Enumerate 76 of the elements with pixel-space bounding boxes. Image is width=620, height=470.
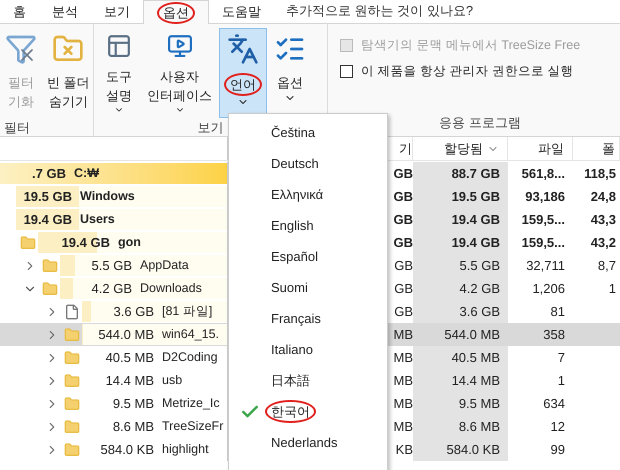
folder-name: [81 파일]	[162, 303, 212, 320]
size-text: 9.5 MB	[112, 394, 154, 413]
group-label: 보기	[198, 119, 224, 137]
table-cell-text: 1	[556, 372, 566, 390]
table-cell: 19.5 GB	[413, 185, 508, 208]
table-cell-text: MB	[392, 348, 413, 367]
table-cell-text: 634	[542, 394, 566, 413]
table-cell-text: MB	[392, 418, 413, 436]
table-cell-text: 1,206	[531, 280, 566, 298]
table-cell-text: 7	[556, 348, 566, 367]
table-cell: 19.4 GB	[413, 208, 508, 231]
checkbox-label: 탐색기의 문맥 메뉴에서 TreeSize Free	[361, 36, 580, 54]
table-cell: 3.6 GB	[413, 300, 508, 323]
table-cell: 40.5 MB	[413, 346, 508, 369]
group-label: 필터	[4, 119, 31, 136]
table-cell-text: 93,186	[524, 188, 566, 206]
size-text: 544.0 MB	[98, 326, 154, 344]
folder-name: C:₩	[74, 165, 99, 182]
table-cell-text: GB	[393, 256, 413, 275]
folder-name: Downloads	[140, 280, 202, 298]
table-cell-text: KB	[394, 440, 413, 459]
table-cell-text: GB	[393, 302, 413, 321]
table-cell: 8.6 MB	[413, 415, 508, 438]
folder-name: win64_15.	[162, 326, 219, 344]
folder-name: Users	[80, 211, 115, 228]
table-cell: 88.7 GB	[413, 162, 508, 185]
folder-name: usb	[162, 372, 182, 390]
size-text: 40.5 MB	[106, 348, 154, 367]
table-cell-text: 24,8	[590, 188, 617, 206]
folder-name: gon	[118, 234, 141, 252]
table-cell: 9.5 MB	[413, 392, 508, 415]
size-text: .7 GB	[32, 164, 66, 183]
table-cell-text: 8,7	[596, 256, 617, 275]
table-cell-text: 118,5	[583, 164, 617, 183]
folder-name: Metrize_Ic	[162, 395, 220, 412]
table-cell-text: 81	[550, 302, 566, 321]
folder-name: D2Coding	[162, 349, 218, 366]
size-text: 584.0 KB	[100, 440, 154, 459]
size-text: 4.2 GB	[92, 280, 132, 298]
size-text: 19.5 GB	[24, 188, 72, 206]
table-cell-text: GB	[392, 164, 413, 183]
table-cell-text: GB	[392, 210, 413, 229]
size-text: 8.6 MB	[112, 418, 154, 436]
folder-name: AppData	[140, 257, 189, 274]
table-cell: 19.4 GB	[413, 231, 508, 254]
group-label: 응용 프로그램	[439, 114, 521, 132]
table-cell-text: 12	[550, 418, 566, 436]
table-cell-text: 99	[550, 440, 566, 459]
folder-name: TreeSizeFr	[162, 418, 224, 436]
checkbox-label: 이 제품을 항상 관리자 권한으로 실행	[361, 62, 574, 80]
table-cell-text: 32,711	[525, 256, 566, 275]
table-cell-text: 159,5...	[520, 210, 566, 229]
size-text: 19.4 GB	[24, 210, 72, 229]
table-cell-text: GB	[392, 188, 413, 206]
size-text: 19.4 GB	[62, 234, 110, 252]
size-text: 14.4 MB	[106, 372, 154, 390]
size-text: 5.5 GB	[92, 256, 132, 275]
table-cell-text: MB	[392, 394, 413, 413]
folder-name: highlight	[162, 441, 209, 458]
table-cell: 5.5 GB	[413, 254, 508, 277]
table-cell-text: 1	[608, 280, 617, 298]
table-cell-text: 159,5...	[520, 234, 566, 252]
table-cell-text: 43,2	[590, 234, 617, 252]
folder-name: Windows	[80, 188, 135, 206]
table-cell: 584.0 KB	[413, 438, 508, 461]
table-cell-text: MB	[392, 372, 413, 390]
table-cell-text: GB	[392, 234, 413, 252]
table-cell-text: 358	[542, 326, 566, 344]
table-cell: 4.2 GB	[413, 277, 508, 300]
table-cell-text: 544.0 MB	[443, 326, 501, 344]
table-cell-text: 561,8...	[520, 164, 566, 183]
table-cell-text: 43,3	[590, 210, 617, 229]
table-cell-text: GB	[393, 280, 413, 298]
size-text: 3.6 GB	[114, 302, 154, 321]
table-cell-text: MB	[392, 326, 413, 344]
table-cell: 14.4 MB	[413, 369, 508, 392]
